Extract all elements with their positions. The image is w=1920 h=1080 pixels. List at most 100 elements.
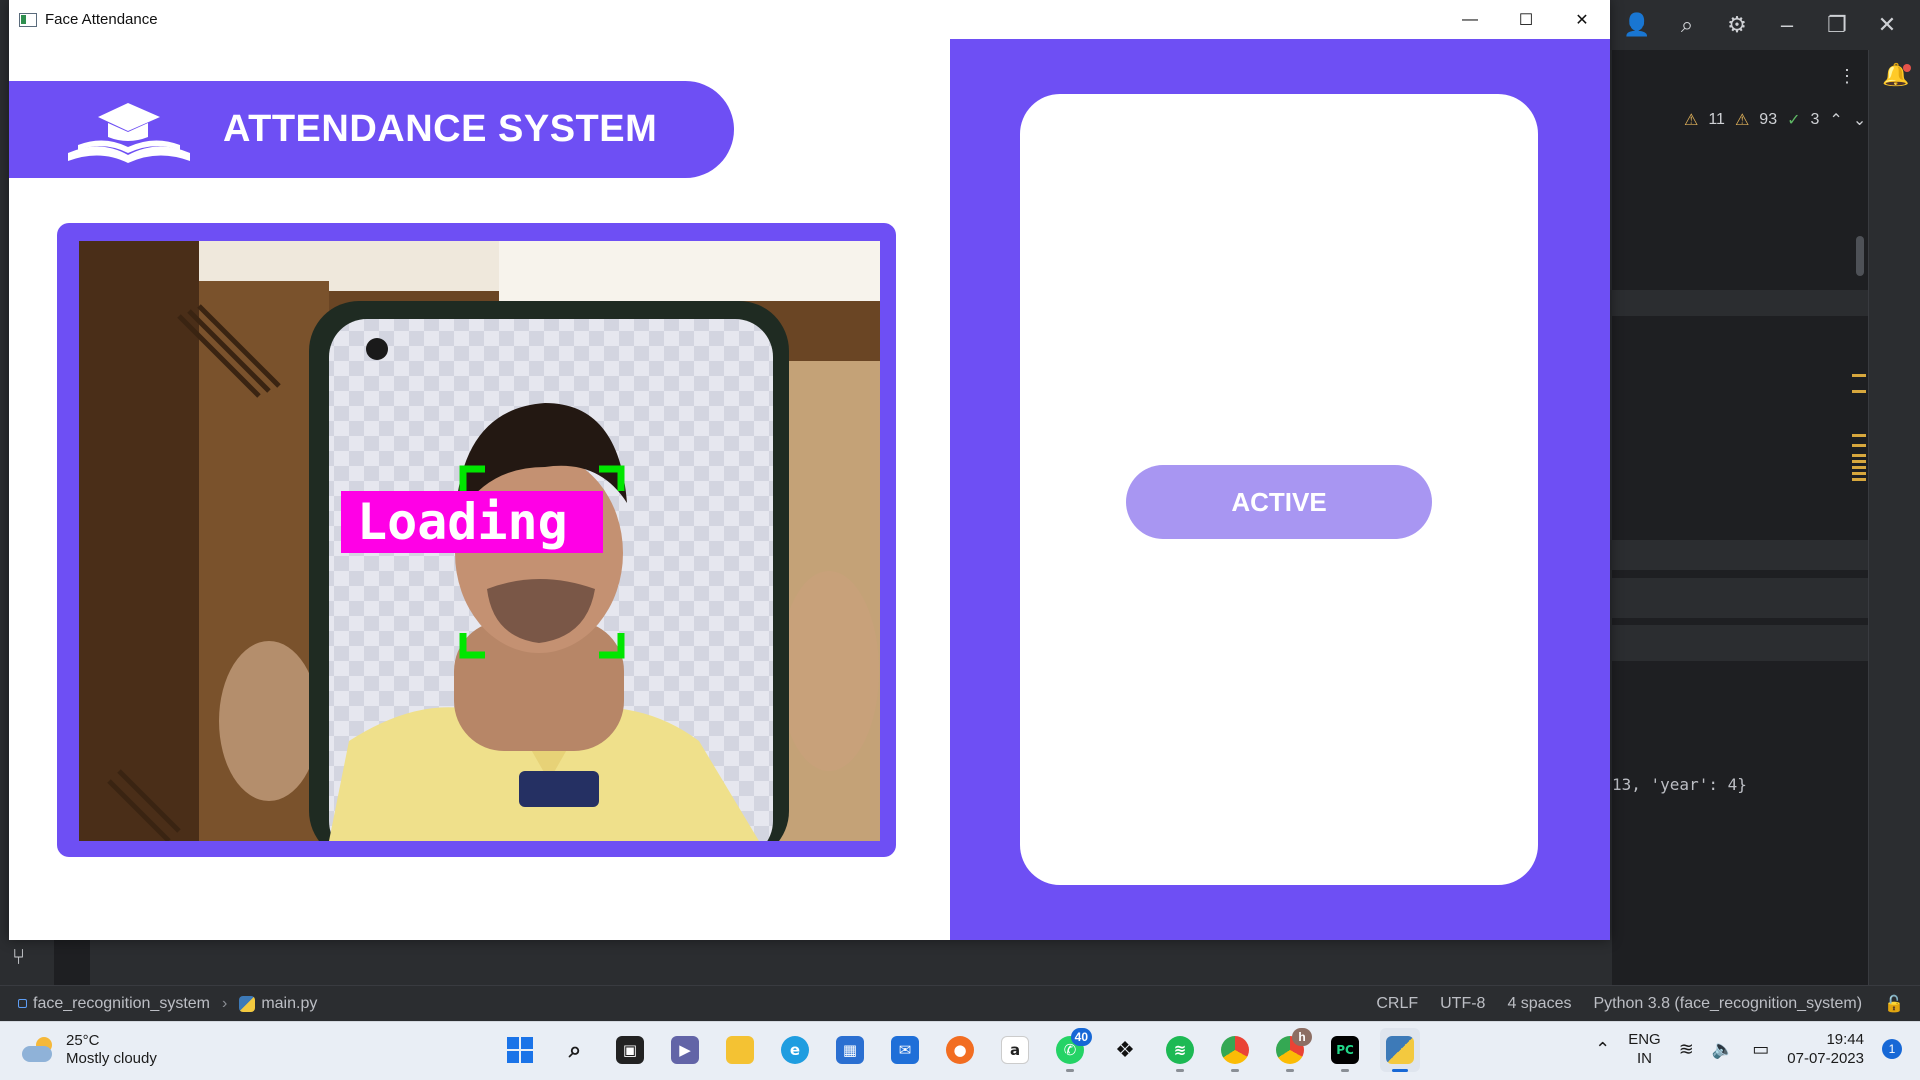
edge-button[interactable]: e — [775, 1028, 815, 1072]
chrome-icon — [1221, 1036, 1249, 1064]
battery-icon[interactable]: ▭ — [1752, 1039, 1769, 1060]
task-view-button[interactable]: ▣ — [610, 1028, 650, 1072]
clock-date: 07-07-2023 — [1787, 1050, 1864, 1067]
chrome-profile-badge: h — [1292, 1028, 1312, 1046]
breadcrumb-file[interactable]: main.py — [261, 995, 317, 1013]
file-encoding[interactable]: UTF-8 — [1440, 995, 1485, 1013]
ide-toolbar-actions: 👤 ⌕ ⚙ – ❐ ✕ — [1616, 0, 1920, 50]
search-icon[interactable]: ⌕ — [1666, 4, 1708, 46]
mail-button[interactable]: ✉ — [885, 1028, 925, 1072]
breadcrumb: face_recognition_system › main.py — [0, 995, 317, 1013]
wifi-icon[interactable]: ≋ — [1679, 1039, 1694, 1060]
chevron-right-icon: › — [221, 994, 228, 1012]
graduation-cap-book-icon — [68, 103, 190, 163]
window-titlebar[interactable]: Face Attendance — ☐ ✕ — [9, 0, 1610, 39]
notification-center-badge[interactable]: 1 — [1882, 1039, 1902, 1059]
warning-marker[interactable] — [1852, 434, 1866, 437]
chevron-up-icon[interactable]: ⌃ — [1595, 1039, 1610, 1060]
chevron-up-icon[interactable]: ⌃ — [1829, 110, 1842, 130]
weather-widget[interactable]: 25°C Mostly cloudy — [22, 1032, 157, 1068]
amazon-button[interactable]: a — [995, 1028, 1035, 1072]
minimize-button[interactable]: — — [1442, 0, 1498, 39]
webcam-image: Loading — [79, 241, 880, 841]
clock[interactable]: 19:44 07-07-2023 — [1787, 1030, 1864, 1068]
warning-marker[interactable] — [1852, 454, 1866, 457]
chrome-profile-button[interactable]: h — [1270, 1028, 1312, 1072]
weak-warning-count: 93 — [1759, 111, 1778, 128]
volume-icon[interactable]: 🔈 — [1712, 1039, 1734, 1060]
header-banner: ATTENDANCE SYSTEM — [9, 81, 734, 178]
camera-feed: Loading — [79, 241, 880, 841]
ide-editor[interactable] — [1612, 50, 1868, 985]
system-tray: ⌃ ENG IN ≋ 🔈 ▭ 19:44 07-07-2023 1 — [1595, 1030, 1902, 1068]
language-indicator[interactable]: ENG IN — [1628, 1030, 1661, 1068]
more-options-icon[interactable]: ⋮ — [1838, 66, 1856, 87]
windows-taskbar: 25°C Mostly cloudy ⌕ ▣ ▶ e ▦ ✉ ● a ✆ 40 … — [0, 1021, 1920, 1080]
weather-desc: Mostly cloudy — [66, 1050, 157, 1067]
amazon-icon: a — [1001, 1036, 1029, 1064]
ide-editor-band — [1612, 290, 1868, 316]
ok-count: 3 — [1810, 111, 1820, 128]
taskbar-search-button[interactable]: ⌕ — [555, 1028, 595, 1072]
maximize-button[interactable]: ☐ — [1498, 0, 1554, 39]
edge-icon: e — [781, 1036, 809, 1064]
notification-dot — [1903, 64, 1911, 72]
dropbox-icon: ❖ — [1115, 1037, 1135, 1063]
dropbox-button[interactable]: ❖ — [1105, 1028, 1145, 1072]
store-button[interactable]: ▦ — [830, 1028, 870, 1072]
warning-marker[interactable] — [1852, 466, 1866, 469]
windows-logo-icon — [507, 1037, 533, 1063]
whatsapp-button[interactable]: ✆ 40 — [1050, 1028, 1092, 1072]
restore-icon[interactable]: ❐ — [1816, 4, 1858, 46]
taskbar-apps: ⌕ ▣ ▶ e ▦ ✉ ● a ✆ 40 ❖ ≋ h PC — [500, 1028, 1420, 1072]
spotify-button[interactable]: ≋ — [1160, 1028, 1200, 1072]
chrome-button[interactable] — [1215, 1028, 1255, 1072]
python-file-icon — [239, 995, 256, 1012]
warning-marker[interactable] — [1852, 374, 1866, 377]
search-icon: ⌕ — [568, 1037, 582, 1062]
minimize-icon[interactable]: – — [1766, 4, 1808, 46]
pycharm-button[interactable]: PC — [1325, 1028, 1365, 1072]
active-status-button[interactable]: ACTIVE — [1126, 465, 1432, 539]
python-app-button[interactable] — [1380, 1028, 1420, 1072]
warning-marker[interactable] — [1852, 390, 1866, 393]
lock-icon[interactable]: 🔓 — [1884, 994, 1904, 1014]
weather-cloud-icon — [22, 1037, 56, 1063]
indent-setting[interactable]: 4 spaces — [1507, 995, 1571, 1013]
weather-temp: 25°C — [66, 1032, 100, 1049]
warning-marker[interactable] — [1852, 472, 1866, 475]
firefox-button[interactable]: ● — [940, 1028, 980, 1072]
warning-marker[interactable] — [1852, 478, 1866, 481]
python-interpreter[interactable]: Python 3.8 (face_recognition_system) — [1593, 995, 1862, 1013]
warning-count: 11 — [1708, 111, 1725, 128]
window-title: Face Attendance — [45, 11, 158, 28]
warning-marker[interactable] — [1852, 444, 1866, 447]
chevron-down-icon[interactable]: ⌄ — [1853, 110, 1866, 130]
store-icon: ▦ — [836, 1036, 864, 1064]
close-button[interactable]: ✕ — [1554, 0, 1610, 39]
settings-icon[interactable]: ⚙ — [1716, 4, 1758, 46]
whatsapp-badge: 40 — [1070, 1028, 1092, 1046]
check-icon: ✓ — [1787, 112, 1801, 129]
app-icon — [19, 12, 37, 27]
line-ending[interactable]: CRLF — [1376, 995, 1418, 1013]
ide-right-toolstrip — [1868, 50, 1920, 985]
folder-icon — [726, 1036, 754, 1064]
file-explorer-button[interactable] — [720, 1028, 760, 1072]
spotify-icon: ≋ — [1166, 1036, 1194, 1064]
python-icon — [1386, 1036, 1414, 1064]
code-fragment: 13, 'year': 4} — [1612, 775, 1747, 794]
region-code: IN — [1636, 1050, 1652, 1067]
page-title: ATTENDANCE SYSTEM — [223, 108, 658, 150]
inspection-widget[interactable]: ⚠ 11 ⚠ 93 ✓ 3 ⌃ ⌄ — [1684, 110, 1866, 130]
start-button[interactable] — [500, 1028, 540, 1072]
editor-scrollbar[interactable] — [1856, 236, 1864, 276]
add-user-icon[interactable]: 👤 — [1616, 4, 1658, 46]
git-branch-icon[interactable]: ⑂ — [12, 944, 25, 970]
project-icon — [18, 999, 27, 1008]
close-icon[interactable]: ✕ — [1866, 4, 1908, 46]
teams-chat-button[interactable]: ▶ — [665, 1028, 705, 1072]
face-attendance-window: Face Attendance — ☐ ✕ ATTENDANCE SYSTEM — [9, 0, 1610, 940]
breadcrumb-project[interactable]: face_recognition_system — [33, 995, 210, 1013]
warning-marker[interactable] — [1852, 460, 1866, 463]
